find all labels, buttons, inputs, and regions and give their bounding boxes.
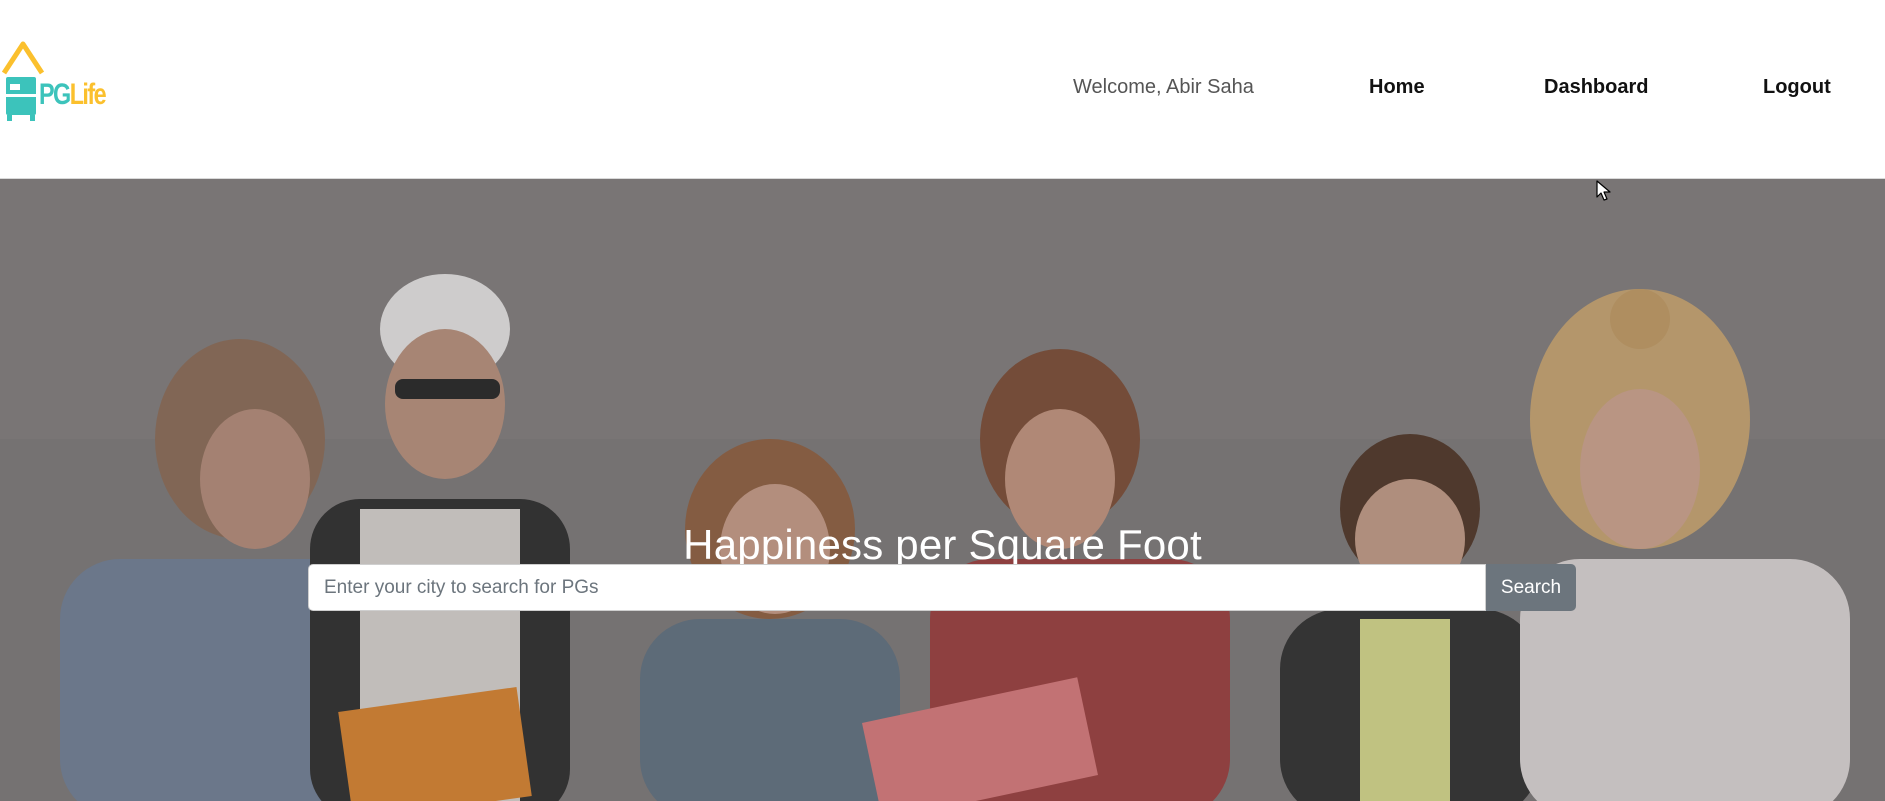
logo-pg-text: PG [39,78,71,111]
pglife-logo[interactable]: PGLife [1,34,114,124]
nav-logout-link[interactable]: Logout [1763,76,1831,99]
hero-banner: Happiness per Square Foot Search [0,179,1885,801]
search-button[interactable]: Search [1486,564,1576,611]
site-header: PGLife Welcome, Abir Saha Home Dashboard… [0,0,1885,179]
logo-life-text: Life [69,78,107,111]
city-search-form: Search [308,564,1576,611]
mouse-pointer-icon [1596,180,1611,201]
city-search-input[interactable] [308,564,1486,611]
welcome-user-text: Welcome, Abir Saha [1073,76,1254,98]
hero-title: Happiness per Square Foot [683,521,1202,569]
logo-wordmark: PGLife [39,78,107,111]
hero-overlay [0,179,1885,801]
nav-home-link[interactable]: Home [1369,76,1425,99]
nav-dashboard-link[interactable]: Dashboard [1544,76,1648,99]
